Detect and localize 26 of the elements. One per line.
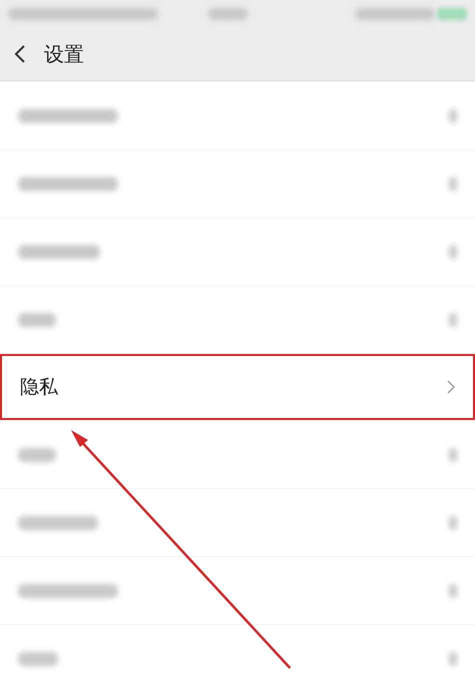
settings-row[interactable] [0, 82, 475, 149]
chevron-icon [449, 652, 457, 666]
settings-row[interactable] [0, 218, 475, 285]
back-icon[interactable] [14, 44, 26, 64]
chevron-icon [449, 244, 457, 258]
chevron-icon [449, 448, 457, 462]
chevron-icon [449, 108, 457, 122]
settings-row[interactable] [0, 421, 475, 488]
row-label: 隐私 [20, 375, 58, 400]
blurred-label [18, 652, 58, 666]
chevron-icon [449, 584, 457, 598]
settings-row[interactable] [0, 150, 475, 217]
settings-row[interactable] [0, 489, 475, 556]
status-time [208, 8, 248, 20]
chevron-icon [449, 176, 457, 190]
settings-row[interactable]: 隐私 [0, 354, 475, 420]
chevron-icon [449, 312, 457, 326]
settings-row[interactable] [0, 557, 475, 624]
chevron-icon [447, 380, 455, 394]
settings-row[interactable] [0, 286, 475, 353]
settings-row[interactable] [0, 625, 475, 676]
battery-icon [437, 8, 467, 20]
blurred-label [18, 312, 56, 326]
blurred-label [18, 448, 56, 462]
page-title: 设置 [44, 40, 84, 68]
chevron-icon [449, 516, 457, 530]
